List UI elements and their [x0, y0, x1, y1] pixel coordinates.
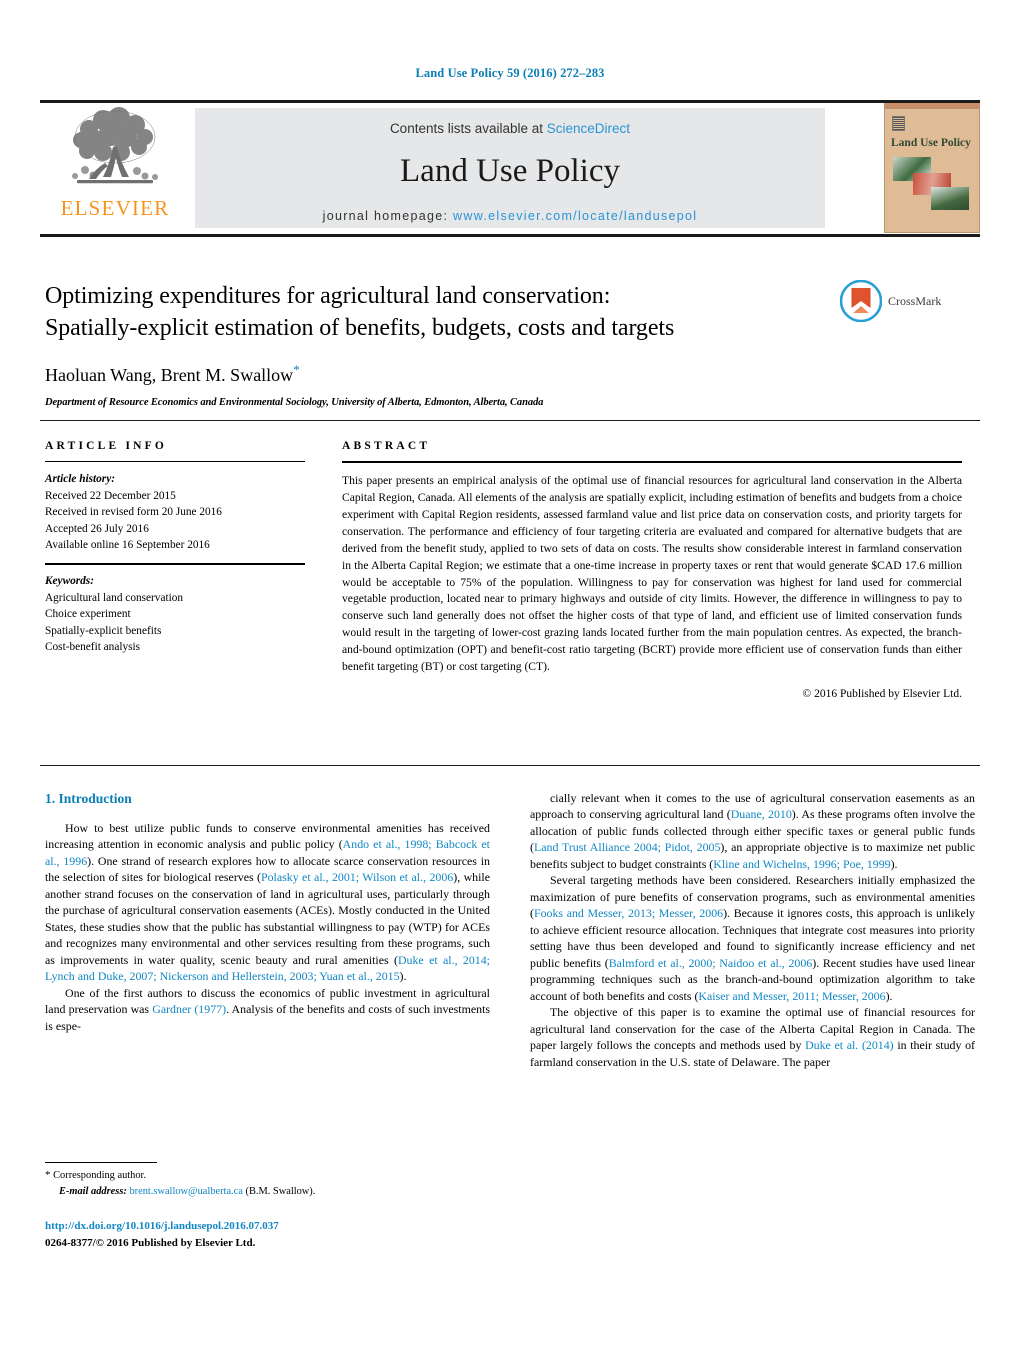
- abstract-copyright: © 2016 Published by Elsevier Ltd.: [802, 688, 962, 701]
- body-column-left: 1. Introduction How to best utilize publ…: [45, 790, 490, 1230]
- history-item: Received 22 December 2015: [45, 489, 176, 502]
- journal-homepage-link[interactable]: www.elsevier.com/locate/landusepol: [453, 209, 697, 223]
- citation-link[interactable]: Balmford et al., 2000; Naidoo et al., 20…: [609, 956, 813, 970]
- running-head: Land Use Policy 59 (2016) 272–283: [415, 66, 605, 80]
- footnote-corresponding-text: Corresponding author.: [53, 1170, 147, 1181]
- history-item: Accepted 26 July 2016: [45, 522, 149, 535]
- citation-link[interactable]: Gardner (1977): [152, 1002, 226, 1016]
- journal-title: Land Use Policy: [400, 153, 620, 189]
- elsevier-tree-icon: [72, 107, 158, 184]
- journal-band: Contents lists available at ScienceDirec…: [195, 108, 825, 228]
- paragraph: The objective of this paper is to examin…: [530, 1004, 975, 1070]
- abstract-column: ABSTRACT This paper presents an empirica…: [342, 440, 962, 700]
- cover-elsevier-mark-icon: [892, 116, 905, 131]
- contents-prefix: Contents lists available at: [389, 121, 547, 136]
- abstract-heading: ABSTRACT: [342, 440, 431, 452]
- author-names: Haoluan Wang, Brent M. Swallow: [45, 365, 294, 386]
- citation-link[interactable]: Polasky et al., 2001; Wilson et al., 200…: [261, 870, 453, 884]
- citation-link[interactable]: Kaiser and Messer, 2011; Messer, 2006: [698, 989, 885, 1003]
- paragraph-text: ).: [890, 856, 898, 871]
- homepage-prefix: journal homepage:: [322, 209, 454, 223]
- footnote-asterisk: *: [45, 1169, 51, 1181]
- journal-masthead: ELSEVIER Contents lists available at Sci…: [40, 100, 980, 233]
- journal-homepage-line: journal homepage: www.elsevier.com/locat…: [195, 209, 825, 223]
- paragraph: cially relevant when it comes to the use…: [530, 790, 975, 872]
- masthead-bottom-rule: [40, 234, 980, 237]
- issn-copyright-line: 0264-8377/© 2016 Published by Elsevier L…: [45, 1236, 256, 1249]
- footnote-separator-rule: [45, 1162, 157, 1163]
- corresponding-author-marker: *: [293, 362, 300, 378]
- keywords-rule: [45, 562, 305, 565]
- paper-title-line-1: Optimizing expenditures for agricultural…: [45, 283, 611, 309]
- crossmark-badge[interactable]: CrossMark: [840, 278, 980, 324]
- keywords-label: Keywords:: [45, 574, 94, 587]
- footnote-line-2: E-mail address: brent.swallow@ualberta.c…: [45, 1184, 490, 1199]
- citation-link[interactable]: Duane, 2010: [731, 807, 792, 821]
- article-history-block: Article history: Received 22 December 20…: [45, 471, 305, 554]
- page-footer: http://dx.doi.org/10.1016/j.landusepol.2…: [45, 1218, 545, 1251]
- paper-title: Optimizing expenditures for agricultural…: [45, 281, 845, 344]
- cover-journal-title: Land Use Policy: [891, 137, 971, 149]
- elsevier-wordmark: ELSEVIER: [60, 196, 170, 220]
- email-owner: (B.M. Swallow).: [245, 1185, 316, 1197]
- abstract-rule: [342, 461, 962, 463]
- doi-link[interactable]: http://dx.doi.org/10.1016/j.landusepol.2…: [45, 1218, 545, 1235]
- keywords-block: Keywords: Agricultural land conservation…: [45, 573, 305, 656]
- cover-photo-landscape-icon: [931, 187, 969, 210]
- elsevier-logo: ELSEVIER: [40, 107, 190, 232]
- history-item: Available online 16 September 2016: [45, 539, 210, 552]
- citation-link[interactable]: Kline and Wichelns, 1996; Poe, 1999: [713, 857, 890, 871]
- email-label: E-mail address:: [59, 1185, 127, 1197]
- keyword-item: Spatially-explicit benefits: [45, 624, 162, 637]
- title-bottom-rule: [40, 420, 980, 421]
- paper-title-line-2: Spatially-explicit estimation of benefit…: [45, 314, 675, 341]
- crossmark-label: CrossMark: [888, 293, 942, 308]
- footnote-line-1: * Corresponding author.: [45, 1168, 490, 1184]
- title-block: Optimizing expenditures for agricultural…: [45, 281, 845, 408]
- journal-cover-thumbnail: Land Use Policy: [884, 103, 980, 233]
- contents-list-line: Contents lists available at ScienceDirec…: [195, 121, 825, 136]
- keyword-item: Agricultural land conservation: [45, 591, 184, 604]
- citation-link[interactable]: Fooks and Messer, 2013; Messer, 2006: [534, 906, 723, 920]
- paragraph-text: ).: [885, 988, 893, 1003]
- article-info-column: ARTICLE INFO Article history: Received 2…: [45, 440, 305, 656]
- author-list: Haoluan Wang, Brent M. Swallow*: [45, 362, 845, 386]
- article-info-rule: [45, 461, 305, 462]
- article-info-heading: ARTICLE INFO: [45, 440, 168, 452]
- keyword-item: Cost-benefit analysis: [45, 641, 141, 654]
- body-columns: 1. Introduction How to best utilize publ…: [45, 790, 975, 1230]
- paragraph: How to best utilize public funds to cons…: [45, 820, 490, 985]
- paragraph: Several targeting methods have been cons…: [530, 872, 975, 1004]
- citation-link[interactable]: Land Trust Alliance 2004; Pidot, 2005: [534, 840, 720, 854]
- citation-link[interactable]: Duke et al. (2014): [805, 1038, 894, 1052]
- crossmark-icon: [840, 280, 882, 322]
- author-affiliation: Department of Resource Economics and Env…: [45, 397, 544, 409]
- section-title-introduction: 1. Introduction: [45, 791, 132, 806]
- article-history-label: Article history:: [45, 473, 115, 485]
- body-column-right: cially relevant when it comes to the use…: [530, 790, 975, 1230]
- abstract-text: This paper presents an empirical analysi…: [342, 474, 962, 674]
- history-item: Received in revised form 20 June 2016: [45, 506, 222, 519]
- email-link[interactable]: brent.swallow@ualberta.ca: [129, 1186, 242, 1197]
- journal-article-page: Land Use Policy 59 (2016) 272–283 ELSEVI…: [0, 0, 1020, 1351]
- paragraph: One of the first authors to discuss the …: [45, 985, 490, 1034]
- keyword-item: Choice experiment: [45, 608, 131, 621]
- sciencedirect-link[interactable]: ScienceDirect: [547, 121, 630, 136]
- corresponding-author-footnote: * Corresponding author. E-mail address: …: [45, 1168, 490, 1199]
- abstract-bottom-rule: [40, 765, 980, 766]
- paragraph-text: ).: [399, 969, 407, 984]
